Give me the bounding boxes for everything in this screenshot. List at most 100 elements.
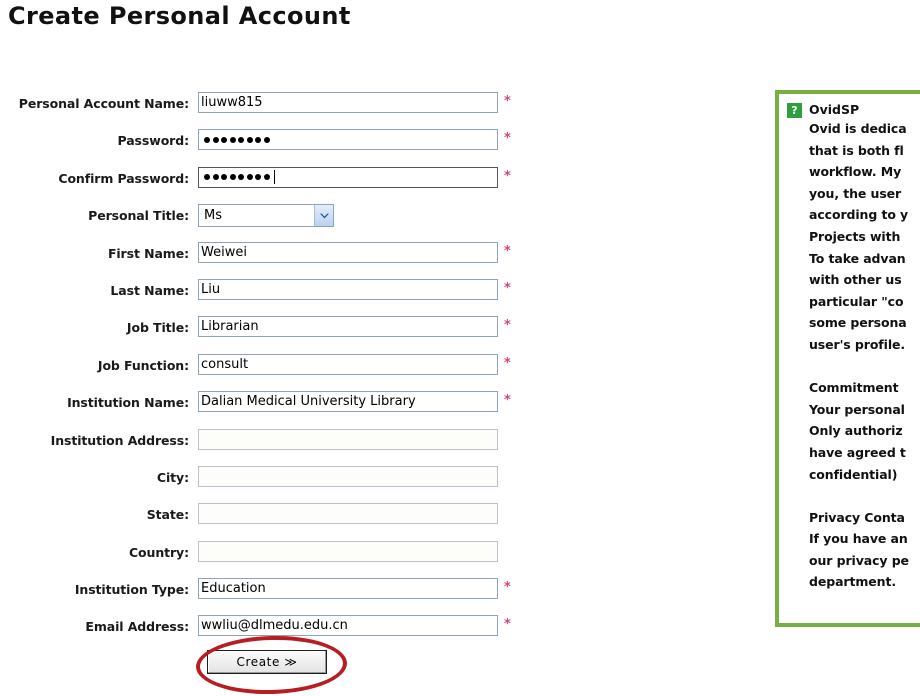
required-marker: * bbox=[504, 280, 511, 296]
field-label: Confirm Password: bbox=[58, 170, 189, 186]
password-mask bbox=[201, 130, 495, 149]
help-panel: ? OvidSP Ovid is dedica that is both fl … bbox=[775, 90, 920, 627]
password-dot bbox=[229, 174, 236, 181]
text-input[interactable] bbox=[198, 353, 498, 375]
password-dot bbox=[238, 136, 244, 143]
field-label: State: bbox=[146, 507, 189, 523]
required-marker: * bbox=[504, 94, 511, 109]
field-wrapper: Ms bbox=[198, 204, 334, 228]
required-marker: * bbox=[504, 617, 511, 633]
field-wrapper: * bbox=[198, 316, 511, 338]
password-dot bbox=[221, 174, 227, 181]
field-wrapper: * bbox=[198, 391, 511, 413]
field-wrapper: * bbox=[198, 166, 511, 188]
submit-area: Create ≫ bbox=[0, 634, 560, 696]
form-row: Password: * bbox=[0, 129, 560, 166]
required-marker: * bbox=[504, 168, 511, 184]
help-panel-body: Ovid is dedica that is both fl workflow.… bbox=[787, 118, 920, 593]
password-dot bbox=[246, 136, 253, 143]
form-row: Confirm Password: * bbox=[0, 166, 560, 204]
page-title: Create Personal Account bbox=[8, 2, 351, 30]
form-row: Institution Name: * bbox=[0, 391, 560, 428]
text-input[interactable] bbox=[198, 92, 498, 113]
form-row: Last Name: * bbox=[0, 278, 560, 316]
text-input[interactable] bbox=[198, 503, 498, 525]
create-personal-account-form: Personal Account Name:*Password:*Confirm… bbox=[0, 92, 560, 653]
field-wrapper bbox=[198, 540, 498, 562]
field-wrapper: * bbox=[198, 241, 511, 263]
field-wrapper: * bbox=[198, 578, 511, 600]
password-input[interactable] bbox=[198, 129, 498, 151]
help-paragraph: Privacy Conta If you have an our privacy… bbox=[809, 509, 909, 590]
field-label: Email Address: bbox=[85, 619, 189, 635]
field-label: Personal Account Name: bbox=[18, 96, 189, 111]
field-label: Institution Address: bbox=[50, 432, 189, 448]
question-mark-icon: ? bbox=[787, 103, 802, 118]
password-dot bbox=[263, 174, 270, 181]
password-dot bbox=[255, 136, 261, 143]
password-dot bbox=[255, 174, 261, 181]
required-marker: * bbox=[504, 243, 511, 259]
text-input[interactable] bbox=[198, 465, 498, 487]
password-mask bbox=[201, 168, 495, 187]
password-dot bbox=[221, 136, 227, 143]
form-row: Personal Title: Ms bbox=[0, 204, 560, 241]
text-input[interactable] bbox=[198, 615, 498, 637]
field-label: Institution Name: bbox=[67, 395, 189, 411]
create-button[interactable]: Create ≫ bbox=[207, 650, 327, 674]
form-row: Job Title: * bbox=[0, 316, 560, 353]
field-wrapper: * bbox=[198, 129, 511, 151]
password-dot bbox=[246, 174, 253, 181]
field-wrapper: * bbox=[198, 615, 511, 637]
text-input[interactable] bbox=[198, 540, 498, 562]
field-label: Password: bbox=[117, 133, 190, 149]
password-dot bbox=[263, 136, 270, 143]
form-row: Job Function: * bbox=[0, 353, 560, 391]
help-paragraph: Commitment Your personal Only authoriz h… bbox=[809, 380, 906, 482]
text-caret bbox=[274, 170, 275, 185]
field-label: Country: bbox=[128, 544, 189, 560]
text-input[interactable] bbox=[198, 241, 498, 263]
password-dot bbox=[212, 136, 219, 143]
required-marker: * bbox=[504, 393, 511, 409]
personal-title-select[interactable]: Ms bbox=[198, 204, 334, 228]
text-input[interactable] bbox=[198, 278, 498, 300]
text-input[interactable] bbox=[198, 391, 498, 413]
field-wrapper bbox=[198, 465, 498, 487]
text-input[interactable] bbox=[198, 316, 498, 338]
field-label: Job Title: bbox=[126, 320, 189, 336]
password-dot bbox=[204, 136, 210, 143]
form-row: Institution Address: bbox=[0, 428, 560, 466]
help-panel-title: OvidSP bbox=[809, 102, 860, 117]
field-wrapper bbox=[198, 428, 498, 450]
form-row: State: bbox=[0, 503, 560, 540]
chevron-down-icon[interactable] bbox=[314, 205, 333, 227]
password-input[interactable] bbox=[198, 166, 498, 188]
form-row: First Name: * bbox=[0, 241, 560, 279]
form-row: Personal Account Name: * bbox=[0, 92, 560, 129]
field-label: City: bbox=[156, 469, 189, 485]
field-wrapper bbox=[198, 503, 498, 525]
field-wrapper: * bbox=[198, 278, 511, 300]
password-dot bbox=[212, 174, 219, 181]
field-label: Personal Title: bbox=[88, 208, 189, 224]
help-paragraph: Ovid is dedica that is both fl workflow.… bbox=[809, 121, 909, 352]
field-wrapper: * bbox=[198, 353, 511, 375]
field-wrapper: * bbox=[198, 92, 511, 113]
form-row: Institution Type: * bbox=[0, 578, 560, 615]
required-marker: * bbox=[504, 355, 511, 371]
field-label: Institution Type: bbox=[74, 582, 189, 598]
field-label: Job Function: bbox=[97, 357, 189, 373]
form-row: Country: bbox=[0, 540, 560, 578]
help-panel-header: ? OvidSP bbox=[787, 102, 920, 118]
text-input[interactable] bbox=[198, 578, 498, 600]
form-row: City: bbox=[0, 465, 560, 503]
text-input[interactable] bbox=[198, 428, 498, 450]
field-label: Last Name: bbox=[110, 282, 189, 298]
password-dot bbox=[238, 174, 244, 181]
required-marker: * bbox=[504, 131, 511, 147]
required-marker: * bbox=[504, 318, 511, 334]
required-marker: * bbox=[504, 580, 511, 596]
